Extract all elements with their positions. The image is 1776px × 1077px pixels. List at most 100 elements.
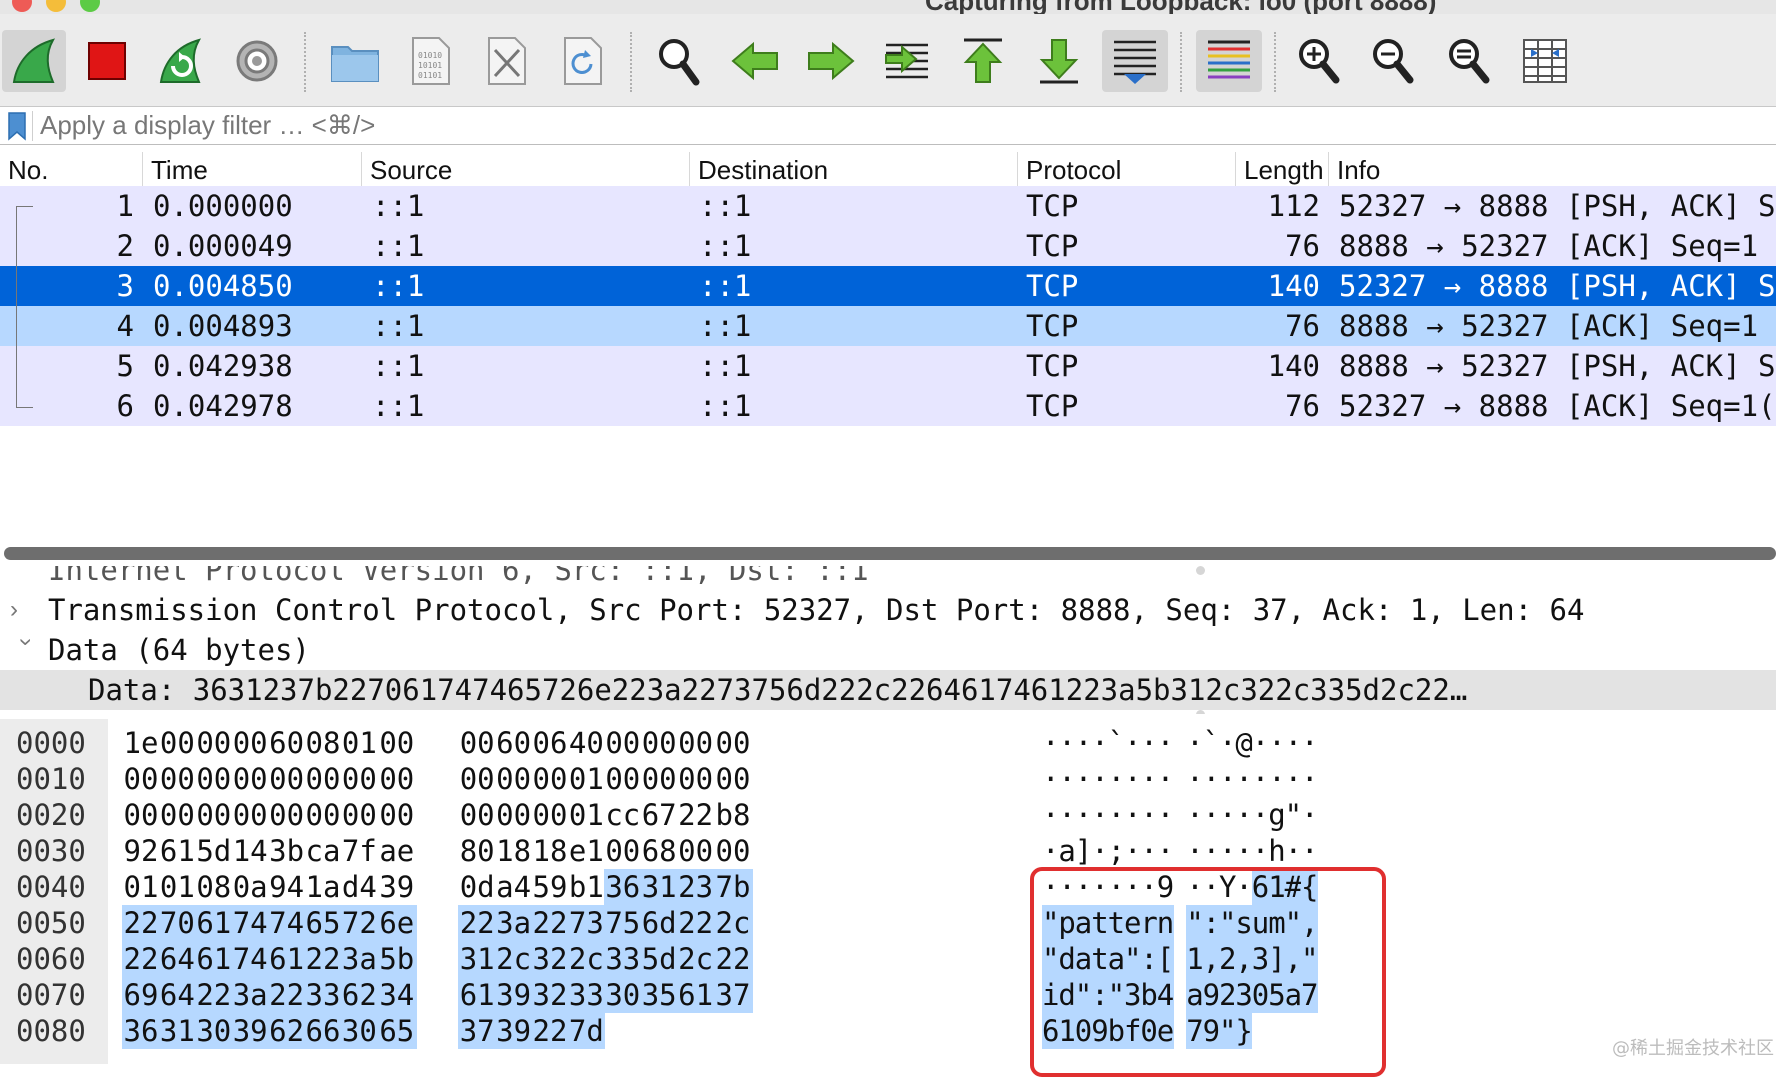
hex-byte[interactable]: 60 — [495, 725, 533, 761]
hex-byte[interactable]: 1e — [122, 725, 160, 761]
ascii-char[interactable]: · — [1252, 761, 1269, 797]
ascii-char[interactable]: · — [1186, 833, 1203, 869]
ascii-char[interactable]: · — [1235, 761, 1252, 797]
hex-byte[interactable]: 18 — [495, 833, 533, 869]
open-file-button[interactable] — [324, 30, 386, 92]
hex-byte[interactable]: 61 — [458, 977, 497, 1013]
reload-file-button[interactable] — [552, 30, 614, 92]
ascii-char[interactable]: · — [1042, 725, 1059, 761]
hex-byte[interactable]: 67 — [640, 797, 678, 833]
packet-row[interactable]: 2 0.000049::1::1 TCP 76 8888 → 52327 [ACK] S… — [0, 226, 1776, 266]
hex-byte[interactable]: 1a — [304, 869, 342, 905]
hex-byte[interactable]: 65 — [304, 905, 342, 941]
capture-options-button[interactable] — [226, 30, 288, 92]
hex-byte[interactable]: 31 — [458, 941, 497, 977]
zoom-window-button[interactable] — [80, 0, 100, 12]
hex-byte[interactable]: 61 — [267, 941, 306, 977]
ascii-char[interactable]: · — [1091, 797, 1108, 833]
ascii-char[interactable]: · — [1140, 797, 1157, 833]
hex-byte[interactable]: 01 — [158, 869, 196, 905]
hex-byte[interactable]: cc — [604, 797, 642, 833]
hex-byte[interactable]: 00 — [377, 761, 417, 797]
hex-byte[interactable]: 0a — [231, 869, 269, 905]
ascii-char[interactable]: · — [1252, 797, 1269, 833]
packet-row[interactable]: 6 0.042978::1::1 TCP 76 52327 → 8888 [ACK] S… — [0, 386, 1776, 426]
hex-byte[interactable]: 30 — [194, 1013, 233, 1049]
start-capture-button[interactable] — [2, 30, 66, 92]
chevron-right-icon[interactable]: › — [10, 590, 34, 630]
ascii-char[interactable]: · — [1058, 797, 1075, 833]
hex-byte[interactable]: 39 — [494, 977, 533, 1013]
hex-byte[interactable]: 72 — [340, 905, 379, 941]
hex-byte[interactable]: 36 — [122, 1013, 160, 1049]
hex-byte[interactable]: 59 — [531, 869, 569, 905]
packet-list-horizontal-scrollbar[interactable] — [4, 547, 1776, 560]
ascii-char[interactable]: · — [1140, 725, 1157, 761]
hex-byte[interactable]: 37 — [713, 977, 753, 1013]
ascii-char[interactable]: · — [1268, 725, 1285, 761]
hex-byte[interactable]: 00 — [304, 797, 342, 833]
hex-byte[interactable]: 3a — [494, 905, 533, 941]
hex-byte[interactable]: b1 — [567, 869, 605, 905]
chevron-down-icon[interactable]: › — [6, 638, 46, 662]
ascii-char[interactable]: · — [1058, 761, 1075, 797]
hex-byte[interactable]: 3a — [231, 977, 270, 1013]
hex-byte[interactable]: 22 — [267, 977, 306, 1013]
ascii-char[interactable]: · — [1203, 833, 1220, 869]
hex-byte[interactable]: a4 — [495, 869, 533, 905]
hex-byte[interactable]: 00 — [231, 761, 269, 797]
hex-byte[interactable]: 40 — [567, 725, 605, 761]
hex-byte[interactable]: 00 — [495, 797, 533, 833]
ascii-char[interactable]: · — [1075, 797, 1092, 833]
go-to-packet-button[interactable] — [876, 30, 938, 92]
hex-byte[interactable]: 00 — [158, 725, 196, 761]
hex-byte[interactable]: 00 — [158, 797, 196, 833]
hex-byte[interactable]: 33 — [567, 977, 606, 1013]
resize-columns-button[interactable] — [1514, 30, 1576, 92]
hex-byte[interactable]: 00 — [231, 725, 269, 761]
hex-byte[interactable]: 00 — [268, 797, 306, 833]
hex-byte[interactable]: 00 — [304, 761, 342, 797]
ascii-char[interactable]: · — [1186, 761, 1203, 797]
ascii-char[interactable]: · — [1124, 761, 1141, 797]
hex-byte[interactable]: 22 — [531, 905, 569, 941]
column-header-info[interactable]: Info — [1328, 152, 1776, 186]
ascii-char[interactable]: ] — [1075, 833, 1092, 869]
hex-byte[interactable]: d4 — [340, 869, 378, 905]
find-packet-button[interactable] — [648, 30, 710, 92]
packet-row[interactable]: 4 0.004893::1::1 TCP 76 8888 → 52327 [ACK] S… — [0, 306, 1776, 346]
hex-byte[interactable]: 5d — [195, 833, 233, 869]
hex-byte[interactable]: 00 — [158, 761, 196, 797]
ascii-char[interactable]: · — [1219, 725, 1236, 761]
tree-row-ipv6[interactable]: Internet Protocol Version 6, Src: ::1, D… — [0, 566, 1776, 590]
ascii-char[interactable]: · — [1075, 725, 1092, 761]
hex-byte[interactable]: 00 — [195, 761, 233, 797]
column-header-no[interactable]: No. — [0, 152, 142, 186]
hex-byte[interactable]: 33 — [603, 941, 642, 977]
hex-byte[interactable]: 01 — [340, 725, 378, 761]
ascii-char[interactable]: @ — [1235, 725, 1252, 761]
ascii-char[interactable]: h — [1268, 833, 1285, 869]
packet-row[interactable]: 5 0.042938::1::1 TCP 140 8888 → 52327 [PSH, … — [0, 346, 1776, 386]
hex-byte[interactable]: 61 — [194, 905, 233, 941]
hex-byte[interactable]: 00 — [640, 725, 678, 761]
hex-byte[interactable]: 7b — [713, 869, 753, 905]
hex-byte[interactable]: 01 — [567, 797, 605, 833]
hex-byte[interactable]: 00 — [604, 725, 642, 761]
ascii-char[interactable]: " — [1285, 797, 1302, 833]
hex-byte[interactable]: 94 — [268, 869, 306, 905]
ascii-char[interactable]: · — [1285, 761, 1302, 797]
close-window-button[interactable] — [12, 0, 32, 12]
hex-byte[interactable]: 39 — [377, 869, 417, 905]
hex-byte[interactable]: 00 — [377, 725, 417, 761]
hex-byte[interactable]: 08 — [195, 869, 233, 905]
hex-byte[interactable]: 00 — [231, 797, 269, 833]
hex-byte[interactable]: 73 — [567, 905, 606, 941]
hex-byte[interactable]: 08 — [304, 725, 342, 761]
hex-byte[interactable]: 74 — [267, 905, 306, 941]
restart-capture-button[interactable] — [150, 30, 212, 92]
ascii-char[interactable]: · — [1091, 725, 1108, 761]
hex-byte[interactable]: 74 — [231, 941, 270, 977]
hex-byte[interactable]: 00 — [713, 833, 753, 869]
ascii-char[interactable]: · — [1058, 725, 1075, 761]
